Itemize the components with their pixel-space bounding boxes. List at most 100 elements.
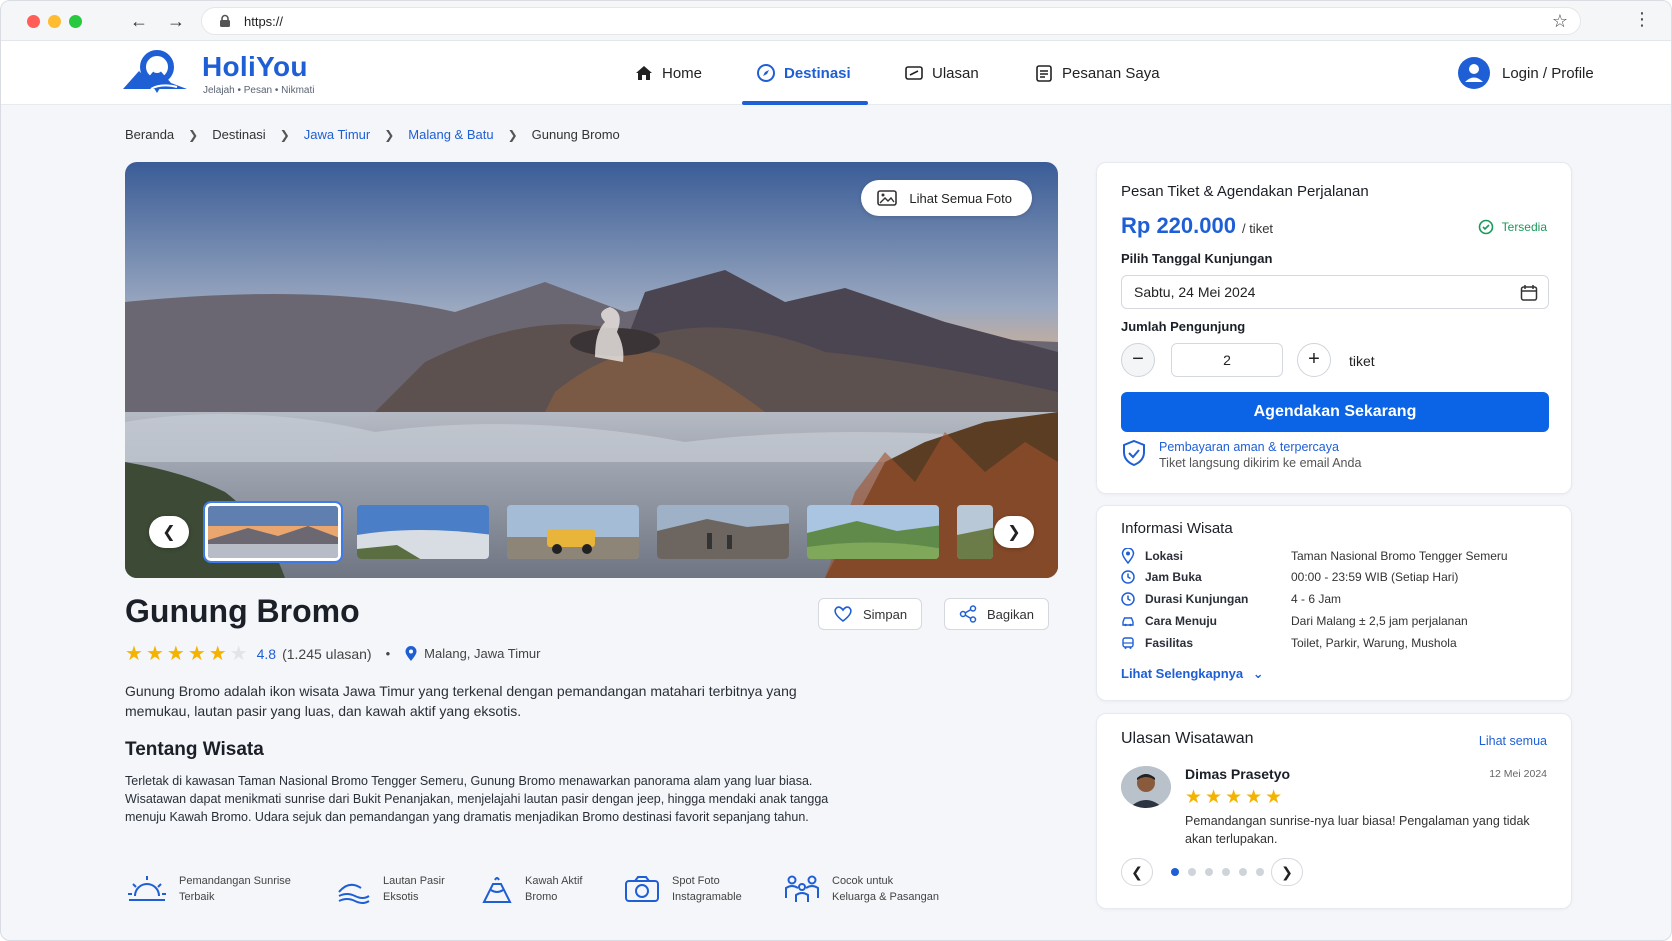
address-bar[interactable]: https:// ☆ xyxy=(201,7,1581,35)
volcano-icon xyxy=(482,877,512,903)
feature-family: Cocok untuk Keluarga & Pasangan xyxy=(784,873,939,905)
star-icon: ★ xyxy=(208,643,227,665)
check-circle-icon xyxy=(1478,219,1493,235)
quantity-input[interactable]: 2 xyxy=(1171,343,1283,377)
camera-icon xyxy=(625,876,659,902)
ticket-price: Rp 220.000 / tiket xyxy=(1121,213,1273,239)
dune-icon xyxy=(338,883,370,904)
browser-window: ← → https:// ☆ ⋮ HoliYou Jelajah • Pesan… xyxy=(0,0,1672,941)
secure-title: Pembayaran aman & terpercaya xyxy=(1159,440,1339,454)
close-window-button[interactable] xyxy=(27,15,40,28)
feature-sunrise: Pemandangan Sunrise Terbaik xyxy=(127,873,291,905)
thumbnail[interactable] xyxy=(505,503,641,561)
breadcrumb-destinasi[interactable]: Destinasi xyxy=(212,127,265,142)
feature-sand-sea: Lautan Pasir Eksotis xyxy=(337,873,445,905)
brand-logo[interactable]: HoliYou Jelajah • Pesan • Nikmati xyxy=(121,47,341,99)
visit-date-input[interactable]: Sabtu, 24 Mei 2024 xyxy=(1121,275,1549,309)
share-button[interactable]: Bagikan xyxy=(944,598,1049,630)
reviews-card: Ulasan Wisatawan Lihat semua Dimas Prase… xyxy=(1096,713,1572,909)
chevron-right-icon: ❯ xyxy=(384,127,395,142)
chevron-right-icon: ❯ xyxy=(188,127,199,142)
car-icon xyxy=(1122,617,1134,627)
nav-home[interactable]: Home xyxy=(634,41,702,105)
pagination-dot[interactable] xyxy=(1239,868,1247,876)
nav-home-label: Home xyxy=(662,64,703,82)
image-icon xyxy=(877,190,898,206)
breadcrumb-jawa-timur[interactable]: Jawa Timur xyxy=(304,127,370,142)
url-text: https:// xyxy=(244,14,284,29)
rating-value: 4.8 xyxy=(256,645,277,662)
home-icon xyxy=(636,66,652,80)
thumbnail[interactable] xyxy=(955,503,995,561)
pagination-dot[interactable] xyxy=(1256,868,1264,876)
bookmark-star-icon[interactable]: ☆ xyxy=(1552,11,1568,32)
minimize-window-button[interactable] xyxy=(48,15,61,28)
calendar-icon[interactable] xyxy=(1520,284,1538,302)
feature-photo-spot: Spot Foto Instagramable xyxy=(624,873,742,905)
maximize-window-button[interactable] xyxy=(69,15,82,28)
feature-line: Terbaik xyxy=(179,891,215,903)
chevron-right-icon: ❯ xyxy=(507,127,518,142)
breadcrumb-current: Gunung Bromo xyxy=(531,127,620,142)
thumbnail[interactable] xyxy=(805,503,941,561)
book-now-button[interactable]: Agendakan Sekarang xyxy=(1121,392,1549,432)
pin-icon xyxy=(405,645,417,661)
gallery-prev-button[interactable]: ❮ xyxy=(149,516,189,548)
review-date: 12 Mei 2024 xyxy=(1489,768,1547,780)
pagination-dot-active[interactable] xyxy=(1171,868,1179,876)
star-empty-icon: ★ xyxy=(229,643,248,665)
forward-arrow-icon[interactable]: → xyxy=(165,10,187,32)
nav-destinasi[interactable]: Destinasi xyxy=(756,41,851,105)
nav-pesanan[interactable]: Pesanan Saya xyxy=(1034,41,1160,105)
pagination-dot[interactable] xyxy=(1222,868,1230,876)
booking-title: Pesan Tiket & Agendakan Perjalanan xyxy=(1121,183,1369,200)
thumbnail[interactable] xyxy=(655,503,791,561)
decrease-quantity-button[interactable]: − xyxy=(1121,343,1155,377)
quantity-label: Jumlah Pengunjung xyxy=(1121,319,1246,334)
info-row-duration: Durasi Kunjungan 4 - 6 Jam xyxy=(1121,592,1341,606)
price-unit: / tiket xyxy=(1241,221,1274,236)
review-next-button[interactable]: ❯ xyxy=(1271,858,1303,886)
pagination-dot[interactable] xyxy=(1188,868,1196,876)
back-arrow-icon[interactable]: ← xyxy=(128,10,150,32)
nav-active-indicator xyxy=(742,101,868,105)
thumbnail-strip xyxy=(203,501,995,563)
increase-quantity-button[interactable]: + xyxy=(1297,343,1331,377)
thumbnail[interactable] xyxy=(203,501,343,563)
clock-icon xyxy=(1121,570,1135,584)
nav-ulasan[interactable]: Ulasan xyxy=(904,41,979,105)
share-icon xyxy=(959,605,977,623)
destination-description: Gunung Bromo adalah ikon wisata Jawa Tim… xyxy=(125,683,797,719)
chevron-right-icon: ❯ xyxy=(1007,524,1021,541)
brand-name: HoliYou xyxy=(202,51,308,82)
availability-text: Tersedia xyxy=(1501,220,1547,234)
availability-badge: Tersedia xyxy=(1478,219,1547,235)
secure-payment-note: Pembayaran aman & terpercaya Tiket langsu… xyxy=(1121,439,1361,471)
save-button[interactable]: Simpan xyxy=(818,598,923,630)
breadcrumb-beranda[interactable]: Beranda xyxy=(125,127,174,142)
info-value: Taman Nasional Bromo Tengger Semeru xyxy=(1291,549,1508,563)
feature-crater: Kawah Aktif Bromo xyxy=(481,873,582,905)
shield-icon xyxy=(1123,439,1145,467)
star-icon: ★ xyxy=(166,643,185,665)
review-prev-button[interactable]: ❮ xyxy=(1121,858,1153,886)
see-more-link[interactable]: Lihat Selengkapnya ⌄ xyxy=(1121,666,1264,682)
hero-gallery: Lihat Semua Foto ❮ ❯ xyxy=(125,162,1058,578)
info-key: Fasilitas xyxy=(1145,636,1194,650)
feature-line: Lautan Pasir xyxy=(383,875,445,887)
feature-line: Pemandangan Sunrise xyxy=(179,875,291,887)
lock-icon xyxy=(220,14,230,27)
info-row-location: Lokasi Taman Nasional Bromo Tengger Semer… xyxy=(1121,548,1508,564)
clock-icon xyxy=(1121,592,1135,606)
breadcrumb-malang-batu[interactable]: Malang & Batu xyxy=(408,127,493,142)
see-all-reviews-link[interactable]: Lihat semua xyxy=(1479,734,1547,748)
separator-dot: • xyxy=(385,646,391,661)
pagination-dot[interactable] xyxy=(1205,868,1213,876)
info-value: Dari Malang ± 2,5 jam perjalanan xyxy=(1291,614,1468,628)
browser-menu-icon[interactable]: ⋮ xyxy=(1633,9,1651,30)
login-profile-button[interactable]: Login / Profile xyxy=(1458,41,1594,105)
view-all-photos-button[interactable]: Lihat Semua Foto xyxy=(861,180,1032,216)
gallery-next-button[interactable]: ❯ xyxy=(994,516,1034,548)
star-icon: ★ xyxy=(187,643,206,665)
thumbnail[interactable] xyxy=(355,503,491,561)
